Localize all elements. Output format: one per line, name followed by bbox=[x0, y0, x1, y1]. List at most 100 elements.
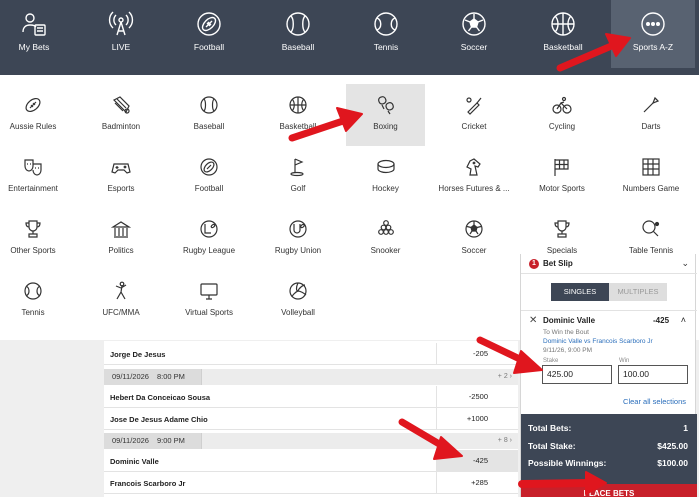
sport-soccer[interactable]: Soccer bbox=[434, 208, 514, 270]
sport-label: Rugby Union bbox=[274, 246, 322, 255]
sport-entertainment[interactable]: Entertainment bbox=[0, 146, 73, 208]
odds-button[interactable]: +1000 bbox=[436, 408, 518, 430]
nav-football[interactable]: Football bbox=[167, 0, 251, 68]
baseball-icon bbox=[200, 96, 218, 114]
sport-baseball[interactable]: Baseball bbox=[169, 84, 249, 146]
odds-button-selected[interactable]: -425 bbox=[436, 450, 518, 472]
selection-odds: -425 bbox=[653, 316, 670, 325]
boxing-glove-icon bbox=[377, 96, 394, 115]
sport-esports[interactable]: Esports bbox=[81, 146, 161, 208]
remove-selection-close-icon[interactable]: ✕ bbox=[529, 315, 537, 326]
nav-basketball[interactable]: Basketball bbox=[521, 0, 605, 68]
odds-button[interactable]: +285 bbox=[436, 472, 518, 494]
sport-badminton[interactable]: Badminton bbox=[81, 84, 161, 146]
sport-label: Cycling bbox=[548, 122, 576, 131]
sport-snooker[interactable]: Snooker bbox=[346, 208, 425, 270]
total-bets-row: Total Bets: 1 bbox=[528, 423, 688, 433]
basketball-icon bbox=[289, 96, 307, 114]
horse-head-icon bbox=[466, 158, 481, 176]
sport-boxing[interactable]: Boxing bbox=[346, 84, 425, 146]
more-markets-link[interactable]: + 8 › bbox=[498, 437, 512, 444]
chevron-down-icon[interactable]: ⌄ bbox=[681, 258, 689, 269]
event-group-header: 09/11/2026 9:00 PM + 8 › bbox=[104, 433, 518, 449]
soccer-ball-icon bbox=[462, 12, 486, 36]
possible-winnings-row: Possible Winnings: $100.00 bbox=[528, 458, 688, 468]
bet-slip: 1 Bet Slip ⌄ SINGLES MULTIPLES ✕ Dominic… bbox=[520, 254, 697, 497]
government-building-icon bbox=[111, 221, 131, 238]
bet-count-badge: 1 bbox=[529, 259, 539, 269]
more-dots-icon bbox=[641, 12, 665, 36]
trophy-icon bbox=[554, 220, 570, 238]
ping-pong-paddle-icon bbox=[642, 220, 660, 237]
user-bets-icon bbox=[22, 13, 46, 36]
more-markets-link[interactable]: + 2 › bbox=[498, 373, 512, 380]
nav-baseball[interactable]: Baseball bbox=[256, 0, 340, 68]
sport-football[interactable]: Football bbox=[169, 146, 249, 208]
tennis-ball-icon bbox=[374, 12, 398, 36]
sport-label: Boxing bbox=[373, 122, 398, 131]
events-list: Jorge De Jesus -205 09/11/2026 8:00 PM + … bbox=[104, 341, 518, 497]
nav-label: Basketball bbox=[543, 42, 583, 52]
total-stake-value: $425.00 bbox=[657, 441, 688, 451]
sport-label: Cricket bbox=[461, 122, 487, 131]
event-group-header: 09/11/2026 8:00 PM + 2 › bbox=[104, 369, 518, 385]
sport-label: Hockey bbox=[372, 184, 399, 193]
sport-rugby-league[interactable]: Rugby League bbox=[169, 208, 249, 270]
sport-rugby-union[interactable]: Rugby Union bbox=[258, 208, 338, 270]
selection-name: Dominic Valle bbox=[543, 316, 596, 325]
sport-darts[interactable]: Darts bbox=[611, 84, 691, 146]
nav-sports-a-z[interactable]: Sports A-Z bbox=[611, 0, 695, 68]
tab-singles[interactable]: SINGLES bbox=[551, 283, 609, 301]
sport-other-sports[interactable]: Other Sports bbox=[0, 208, 73, 270]
win-input[interactable]: 100.00 bbox=[618, 365, 688, 384]
nav-tennis[interactable]: Tennis bbox=[344, 0, 428, 68]
event-row: Jose De Jesus Adame Chio +1000 bbox=[104, 408, 518, 430]
event-row: Hebert Da Conceicao Sousa -2500 bbox=[104, 386, 518, 408]
nav-my-bets[interactable]: My Bets bbox=[0, 0, 76, 68]
volleyball-icon bbox=[289, 282, 307, 300]
sport-label: Entertainment bbox=[8, 184, 58, 193]
sport-label: Motor Sports bbox=[539, 184, 585, 193]
selection-time: 9/11/26, 9:00 PM bbox=[543, 347, 593, 354]
selection-event-link[interactable]: Dominic Valle vs Francois Scarboro Jr bbox=[543, 338, 653, 345]
nav-soccer[interactable]: Soccer bbox=[432, 0, 516, 68]
total-stake-row: Total Stake: $425.00 bbox=[528, 441, 688, 451]
top-nav: My Bets LIVE Football Baseball Tennis So… bbox=[0, 0, 699, 75]
sport-volleyball[interactable]: Volleyball bbox=[258, 270, 338, 332]
sport-motor-sports[interactable]: Motor Sports bbox=[522, 146, 602, 208]
chevron-up-icon[interactable]: ˄ bbox=[681, 315, 686, 325]
soccer-ball-icon bbox=[465, 220, 483, 238]
bet-slip-title: Bet Slip bbox=[543, 259, 573, 268]
sport-hockey[interactable]: Hockey bbox=[346, 146, 425, 208]
nav-live[interactable]: LIVE bbox=[79, 0, 163, 68]
competitor-name: Francois Scarboro Jr bbox=[110, 479, 186, 488]
event-date: 09/11/2026 bbox=[112, 436, 149, 445]
trophy-icon bbox=[25, 220, 41, 238]
odds-button[interactable]: -2500 bbox=[436, 386, 518, 408]
sport-politics[interactable]: Politics bbox=[81, 208, 161, 270]
stake-input[interactable]: 425.00 bbox=[542, 365, 612, 384]
basketball-icon bbox=[551, 12, 575, 36]
sport-golf[interactable]: Golf bbox=[258, 146, 338, 208]
sport-numbers-game[interactable]: Numbers Game bbox=[611, 146, 691, 208]
sport-label: Soccer bbox=[461, 246, 487, 255]
cricket-bat-icon bbox=[466, 97, 482, 115]
odds-button[interactable]: -205 bbox=[436, 343, 518, 365]
sport-aussie-rules[interactable]: Aussie Rules bbox=[0, 84, 73, 146]
clear-all-selections-link[interactable]: Clear all selections bbox=[623, 397, 686, 406]
sport-ufc-mma[interactable]: UFC/MMA bbox=[81, 270, 161, 332]
sport-cricket[interactable]: Cricket bbox=[434, 84, 514, 146]
baseball-icon bbox=[286, 12, 310, 36]
event-row: Francois Scarboro Jr +285 bbox=[104, 472, 518, 494]
sport-virtual-sports[interactable]: Virtual Sports bbox=[169, 270, 249, 332]
possible-winnings-label: Possible Winnings: bbox=[528, 458, 607, 468]
selection-market: To Win the Bout bbox=[543, 329, 589, 336]
tab-multiples[interactable]: MULTIPLES bbox=[609, 283, 667, 301]
sport-tennis[interactable]: Tennis bbox=[0, 270, 73, 332]
sport-cycling[interactable]: Cycling bbox=[522, 84, 602, 146]
place-bets-button[interactable]: PLACE BETS bbox=[521, 484, 697, 497]
sport-horses-futures[interactable]: Horses Futures & ... bbox=[434, 146, 514, 208]
bet-slip-header[interactable]: 1 Bet Slip ⌄ bbox=[521, 254, 697, 274]
sport-label: Virtual Sports bbox=[185, 308, 233, 317]
sport-basketball[interactable]: Basketball bbox=[258, 84, 338, 146]
